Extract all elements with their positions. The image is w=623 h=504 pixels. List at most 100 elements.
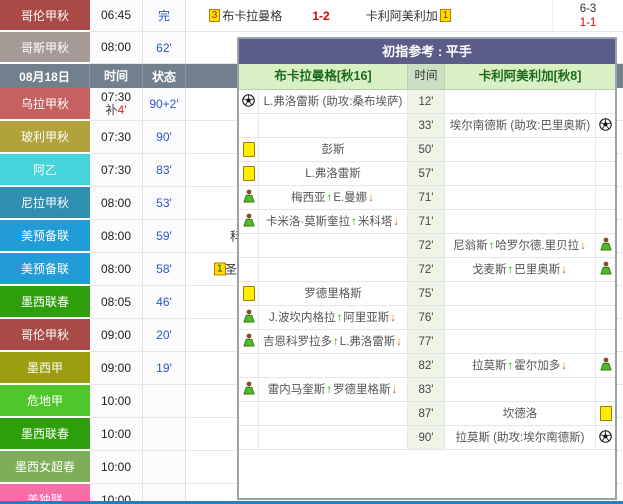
league-badge: 哥斯甲秋 [0, 32, 90, 64]
match-status: 90+2' [143, 88, 186, 121]
away-event-icon-cell [595, 378, 615, 401]
substitution-icon [599, 261, 613, 278]
player-out: E.曼娜 [333, 191, 367, 205]
home-event-icon-cell [239, 210, 259, 233]
kickoff-time: 08:00 [101, 230, 131, 243]
match-events-popup: 初指参考 : 平手 布卡拉曼格[秋16] 时间 卡利阿美利加[秋8] L.弗洛雷… [237, 37, 617, 500]
match-status: 90' [143, 121, 186, 154]
away-event-icon-cell [595, 306, 615, 329]
home-event-cell [259, 354, 407, 377]
away-event-cell: 尼翁斯↑哈罗尔德.里贝拉↓ [445, 234, 595, 257]
sub-out-arrow-icon: ↓ [396, 335, 402, 349]
date-label: 08月18日 [0, 64, 90, 88]
kickoff-time: 07:30 [101, 131, 131, 144]
team-name-fragment: 圣 [225, 261, 237, 278]
match-time: 08:00 [90, 187, 143, 220]
away-event-cell: 拉莫斯↑霍尔加多↓ [445, 354, 595, 377]
match-time: 07:30补4' [90, 88, 143, 121]
event-row: 72'戈麦斯↑巴里奥斯↓ [239, 258, 615, 282]
event-row: 卡米洛·莫斯奎拉↑米科塔↓71' [239, 210, 615, 234]
goal-icon [599, 118, 612, 134]
league-badge: 阿乙 [0, 154, 90, 187]
event-time: 71' [407, 186, 445, 209]
match-time: 10:00 [90, 385, 143, 418]
kickoff-time: 10:00 [101, 395, 131, 408]
extra-time: 补4' [106, 104, 127, 117]
odds-spacer [480, 0, 553, 31]
sub-in-arrow-icon: ↑ [508, 359, 514, 373]
away-event-icon-cell [595, 282, 615, 305]
kickoff-time: 06:45 [101, 9, 131, 22]
home-event-cell: 吉恩科罗拉多↑L.弗洛雷斯↓ [259, 330, 407, 353]
event-time: 12' [407, 90, 445, 113]
sub-out-arrow-icon: ↓ [392, 383, 398, 397]
away-yellowcard-count-badge: 1 [440, 9, 452, 22]
home-event-icon-cell [239, 306, 259, 329]
league-badge: 墨西联春 [0, 418, 90, 451]
home-event-cell: 卡米洛·莫斯奎拉↑米科塔↓ [259, 210, 407, 233]
home-event-icon-cell [239, 330, 259, 353]
match-time: 10:00 [90, 451, 143, 484]
match-status [143, 385, 186, 418]
kickoff-time: 09:00 [101, 362, 131, 375]
away-event-icon-cell [595, 258, 615, 281]
league-badge: 美预备联 [0, 253, 90, 286]
match-time: 09:00 [90, 352, 143, 385]
away-event-cell [445, 306, 595, 329]
match-detail-cell: 3布卡拉曼格1-2卡利阿美利加16-31-1 [186, 0, 623, 32]
popup-away-team-header[interactable]: 卡利阿美利加[秋8] [445, 64, 615, 89]
sub-out-arrow-icon: ↓ [368, 191, 374, 205]
away-team[interactable]: 卡利阿美利加1 [339, 0, 480, 31]
event-time: 72' [407, 234, 445, 257]
player-out: 哈罗尔德.里贝拉 [495, 239, 579, 253]
event-time: 50' [407, 138, 445, 161]
event-player: 拉莫斯 (助攻:埃尔南德斯) [455, 431, 584, 445]
kickoff-time: 08:05 [101, 296, 131, 309]
away-event-icon-cell [595, 330, 615, 353]
home-event-icon-cell [239, 186, 259, 209]
player-out: 霍尔加多 [514, 359, 560, 373]
away-event-icon-cell [595, 402, 615, 425]
substitution-icon [599, 237, 613, 254]
match-row[interactable]: 哥伦甲秋06:45完3布卡拉曼格1-2卡利阿美利加16-31-1 [0, 0, 623, 32]
popup-event-list: L.弗洛雷斯 (助攻:桑布埃萨)12'33'埃尔南德斯 (助攻:巴里奥斯)彭斯5… [239, 90, 615, 450]
home-event-cell: 梅西亚↑E.曼娜↓ [259, 186, 407, 209]
event-row: 吉恩科罗拉多↑L.弗洛雷斯↓77' [239, 330, 615, 354]
home-event-cell [259, 426, 407, 449]
home-event-cell: J.波坎内格拉↑阿里亚斯↓ [259, 306, 407, 329]
sub-out-arrow-icon: ↓ [561, 263, 567, 277]
match-status: 19' [143, 352, 186, 385]
event-time: 33' [407, 114, 445, 137]
event-player: L.弗洛雷斯 (助攻:桑布埃萨) [264, 95, 403, 109]
league-badge: 墨西女超春 [0, 451, 90, 484]
match-status: 58' [143, 253, 186, 286]
league-badge: 哥伦甲秋 [0, 319, 90, 352]
popup-home-team-header[interactable]: 布卡拉曼格[秋16] [239, 64, 407, 89]
event-row: 87'坎德洛 [239, 402, 615, 426]
player-in: 吉恩科罗拉多 [263, 335, 332, 349]
event-time: 90' [407, 426, 445, 449]
league-badge: 哥伦甲秋 [0, 0, 90, 32]
event-time: 83' [407, 378, 445, 401]
player-out: 巴里奥斯 [514, 263, 560, 277]
popup-time-header: 时间 [407, 64, 445, 89]
sub-in-arrow-icon: ↑ [508, 263, 514, 277]
home-event-cell [259, 114, 407, 137]
event-row: L.弗洛雷斯 (助攻:桑布埃萨) 12' [239, 90, 615, 114]
match-status: 59' [143, 220, 186, 253]
sub-in-arrow-icon: ↑ [327, 191, 333, 205]
match-status: 完 [143, 0, 186, 32]
league-badge: 美预备联 [0, 220, 90, 253]
away-event-icon-cell [595, 138, 615, 161]
league-badge: 墨西甲 [0, 352, 90, 385]
player-in: J.波坎内格拉 [269, 311, 335, 325]
extra-time-prefix: 补 [106, 103, 118, 117]
player-in: 卡米洛·莫斯奎拉 [266, 215, 350, 229]
match-time: 07:30 [90, 154, 143, 187]
home-team[interactable]: 3布卡拉曼格 [186, 0, 303, 31]
match-time: 08:00 [90, 32, 143, 64]
home-event-icon-cell [239, 162, 259, 185]
yellow-card-icon [243, 142, 255, 157]
livescore-screen: 哥伦甲秋06:45完3布卡拉曼格1-2卡利阿美利加16-31-1哥斯甲秋08:0… [0, 0, 623, 504]
home-event-cell [259, 234, 407, 257]
